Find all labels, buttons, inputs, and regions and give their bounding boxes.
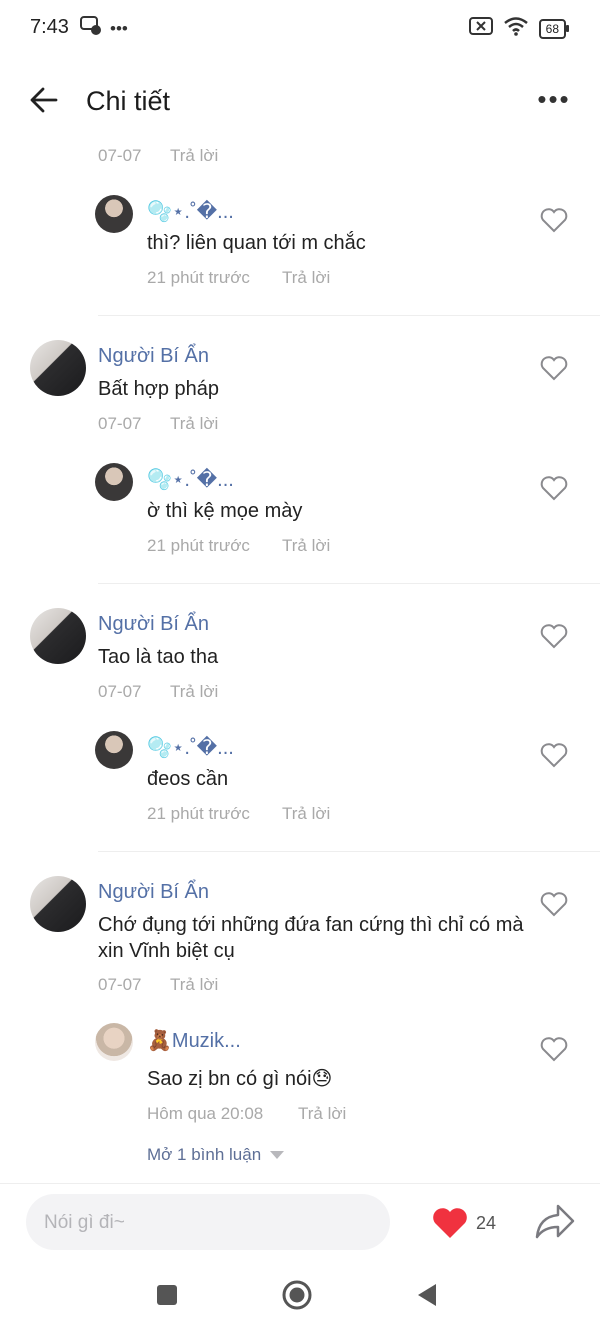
reply-button[interactable]: Trả lời bbox=[170, 975, 218, 995]
avatar[interactable] bbox=[95, 731, 133, 769]
heart-outline-icon[interactable] bbox=[539, 621, 569, 651]
avatar[interactable] bbox=[95, 463, 133, 501]
reply-time: Hôm qua 20:08 bbox=[147, 1104, 264, 1123]
no-sim-icon bbox=[468, 17, 493, 40]
reply-text: thì? liên quan tới m chắc bbox=[147, 232, 366, 254]
heart-outline-icon[interactable] bbox=[539, 473, 569, 503]
avatar[interactable] bbox=[95, 195, 133, 233]
more-dots-icon: ••• bbox=[537, 84, 571, 114]
more-options-button[interactable]: ••• bbox=[534, 84, 574, 116]
reply-username[interactable]: 🫧⋆.˚�... bbox=[147, 735, 234, 760]
chevron-down-icon bbox=[270, 1151, 285, 1159]
reply-time: 21 phút trước bbox=[147, 804, 250, 823]
like-count: 24 bbox=[476, 1213, 497, 1233]
reply-username[interactable]: 🫧⋆.˚�... bbox=[147, 467, 234, 492]
reply-button[interactable]: Trả lời bbox=[170, 146, 218, 166]
nav-circle-icon[interactable] bbox=[282, 1280, 312, 1310]
reply-text: đeos cần bbox=[147, 768, 229, 790]
comment-input-placeholder: Nói gì đi~ bbox=[44, 1212, 125, 1233]
bottom-bar-divider bbox=[0, 1183, 600, 1184]
reply-button[interactable]: Trả lời bbox=[170, 414, 218, 434]
comment-date: 07-07 bbox=[98, 414, 142, 433]
back-button[interactable] bbox=[26, 82, 62, 118]
comment-username[interactable]: Người Bí Ẩn bbox=[98, 345, 209, 368]
avatar[interactable] bbox=[95, 1023, 133, 1061]
system-navigation-bar bbox=[0, 1262, 600, 1333]
avatar[interactable] bbox=[30, 876, 86, 932]
reply-time: 21 phút trước bbox=[147, 268, 250, 287]
reply-time: 21 phút trước bbox=[147, 536, 250, 555]
reply-username[interactable]: 🧸Muzik... bbox=[147, 1028, 241, 1053]
status-right: 68 bbox=[468, 16, 570, 41]
divider bbox=[98, 851, 600, 852]
back-arrow-icon bbox=[30, 87, 58, 113]
comment-username[interactable]: Người Bí Ẩn bbox=[98, 881, 209, 904]
divider bbox=[98, 583, 600, 584]
heart-outline-icon[interactable] bbox=[539, 353, 569, 383]
reply-button[interactable]: Trả lời bbox=[282, 804, 330, 824]
avatar[interactable] bbox=[30, 608, 86, 664]
comment-text: Bất hợp pháp bbox=[98, 378, 219, 400]
comment-text: Tao là tao tha bbox=[98, 646, 219, 668]
page-title: Chi tiết bbox=[86, 86, 171, 116]
nav-square-icon[interactable] bbox=[156, 1284, 178, 1306]
comment-username[interactable]: Người Bí Ẩn bbox=[98, 613, 209, 636]
reply-text: Sao zị bn có gì nói😓 bbox=[147, 1068, 333, 1090]
comment-text: Chớ đụng tới những đứa fan cứng thì chỉ … bbox=[98, 914, 524, 962]
avatar[interactable] bbox=[30, 340, 86, 396]
reply-button[interactable]: Trả lời bbox=[298, 1104, 346, 1124]
nav-triangle-icon[interactable] bbox=[416, 1282, 438, 1308]
overflow-dots-icon: ••• bbox=[110, 18, 128, 38]
reply-text: ờ thì kệ mọe mày bbox=[147, 500, 303, 522]
expand-replies-label: Mở 1 bình luận bbox=[147, 1145, 262, 1164]
heart-outline-icon[interactable] bbox=[539, 740, 569, 770]
expand-replies-button[interactable]: Mở 1 bình luận bbox=[147, 1145, 285, 1165]
battery-indicator: 68 bbox=[538, 18, 570, 39]
divider bbox=[98, 315, 600, 316]
comment-date: 07-07 bbox=[98, 975, 142, 994]
reply-button[interactable]: Trả lời bbox=[282, 536, 330, 556]
heart-outline-icon[interactable] bbox=[539, 1034, 569, 1064]
comment-date: 07-07 bbox=[98, 682, 142, 701]
status-time: 7:43 bbox=[30, 16, 69, 38]
comment-date: 07-07 bbox=[98, 146, 142, 165]
message-icon bbox=[80, 16, 102, 41]
reply-button[interactable]: Trả lời bbox=[282, 268, 330, 288]
share-icon[interactable] bbox=[534, 1202, 576, 1242]
status-notification-icons: ••• bbox=[80, 16, 128, 41]
reply-button[interactable]: Trả lời bbox=[170, 682, 218, 702]
wifi-icon bbox=[503, 16, 529, 41]
heart-outline-icon[interactable] bbox=[539, 889, 569, 919]
heart-filled-icon[interactable] bbox=[431, 1206, 469, 1240]
reply-username[interactable]: 🫧⋆.˚�... bbox=[147, 199, 234, 224]
heart-outline-icon[interactable] bbox=[539, 205, 569, 235]
